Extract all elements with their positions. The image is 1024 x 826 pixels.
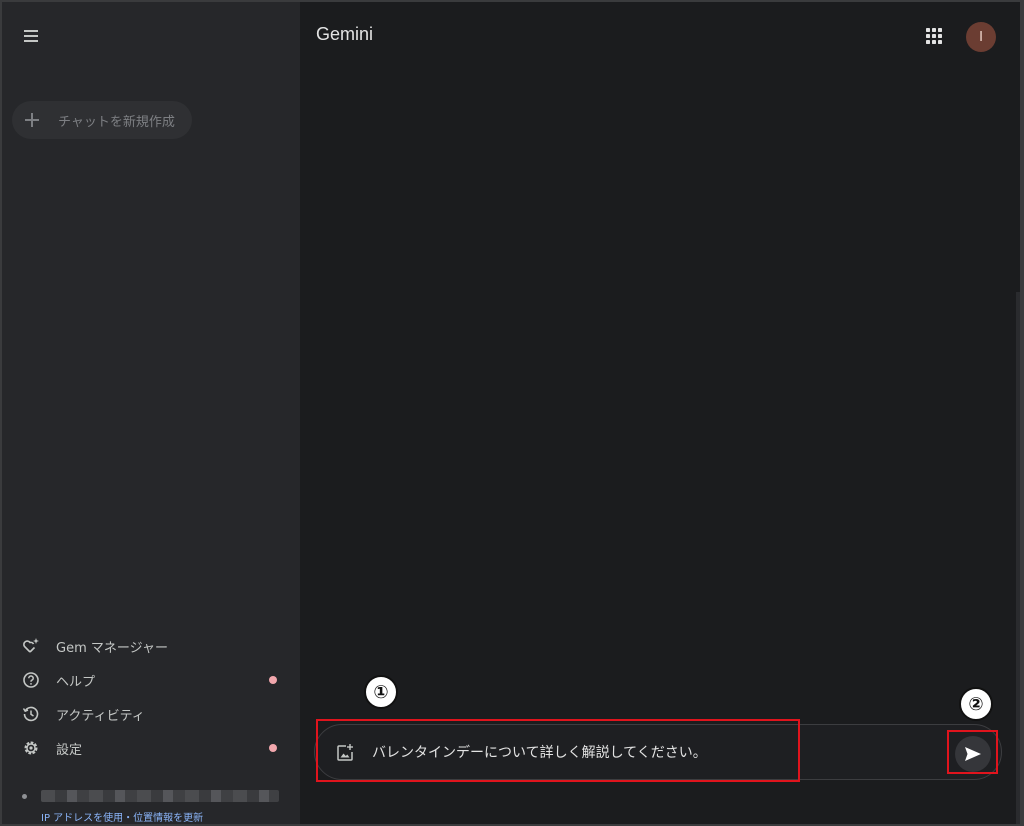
sidebar-item-label: 設定	[56, 742, 83, 758]
notification-dot	[269, 676, 277, 684]
page-title: Gemini	[316, 24, 374, 44]
sidebar-item-label: アクティビティ	[56, 708, 145, 724]
location-info	[22, 788, 292, 804]
sidebar-bottom-list: Gem マネージャー ヘルプ アクティビティ 設定	[2, 629, 300, 765]
plus-icon	[24, 112, 40, 128]
gemini-app-window: チャットを新規作成 Gem マネージャー ヘルプ アクティビティ 設定 IP ア…	[2, 2, 1020, 824]
annotation-step-2: ②	[959, 687, 993, 721]
gear-icon	[22, 739, 40, 757]
add-image-button[interactable]	[335, 743, 355, 763]
sidebar-item-help[interactable]: ヘルプ	[2, 663, 300, 697]
prompt-composer	[314, 724, 1002, 780]
avatar[interactable]: I	[966, 22, 996, 52]
sidebar-item-gem-manager[interactable]: Gem マネージャー	[2, 629, 300, 663]
sidebar-item-label: Gem マネージャー	[56, 640, 168, 656]
hamburger-menu-icon	[24, 30, 38, 42]
google-apps-button[interactable]	[924, 26, 944, 46]
main-area: Gemini I	[300, 2, 1020, 824]
help-circle-icon	[22, 671, 40, 689]
sidebar: チャットを新規作成 Gem マネージャー ヘルプ アクティビティ 設定 IP ア…	[2, 2, 300, 824]
send-button[interactable]	[955, 736, 991, 772]
gem-sparkle-icon	[22, 637, 40, 655]
redacted-location-text	[41, 790, 279, 802]
sidebar-item-activity[interactable]: アクティビティ	[2, 697, 300, 731]
annotation-step-1: ①	[364, 675, 398, 709]
update-location-link[interactable]: IP アドレスを使用・位置情報を更新	[41, 809, 203, 824]
add-image-icon	[337, 744, 353, 761]
menu-button[interactable]	[20, 24, 44, 48]
apps-grid-icon	[926, 28, 942, 44]
sidebar-item-settings[interactable]: 設定	[2, 731, 300, 765]
send-arrow-icon	[965, 747, 981, 761]
sidebar-item-label: ヘルプ	[56, 674, 96, 690]
scrollbar[interactable]	[1016, 292, 1020, 824]
notification-dot	[269, 744, 277, 752]
new-chat-button[interactable]: チャットを新規作成	[12, 101, 192, 139]
location-bullet	[22, 793, 27, 799]
prompt-input[interactable]	[372, 740, 932, 764]
new-chat-label: チャットを新規作成	[58, 114, 175, 130]
history-icon	[22, 705, 40, 723]
